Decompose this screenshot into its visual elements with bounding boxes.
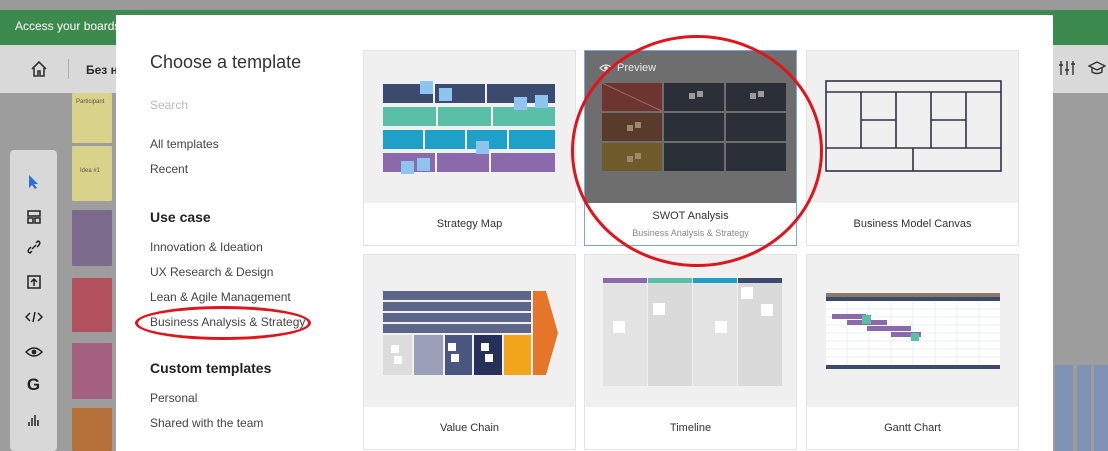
modal-title: Choose a template [150, 52, 302, 72]
preview-label: Preview [617, 62, 657, 74]
chart-icon[interactable] [10, 408, 57, 432]
eye-icon [599, 64, 613, 72]
upload-tool-icon[interactable] [10, 270, 57, 294]
strategy-map-thumbnail [364, 51, 575, 203]
search-input[interactable] [150, 94, 310, 116]
template-card-business-model-canvas[interactable]: Business Model Canvas [806, 50, 1019, 246]
swot-analysis-thumbnail: Preview [585, 51, 796, 203]
value-chain-thumbnail [364, 255, 575, 407]
template-name: Gantt Chart [884, 422, 941, 434]
canvas-bar [1094, 365, 1108, 451]
link-tool-icon[interactable] [10, 235, 57, 259]
google-icon[interactable]: G [10, 373, 57, 397]
learning-hat-icon[interactable] [1088, 59, 1106, 77]
template-name: Value Chain [439, 422, 500, 434]
preview-button[interactable]: Preview [599, 62, 656, 74]
gantt-chart-thumbnail [807, 255, 1018, 407]
nav-use-case[interactable]: UX Research & Design [150, 265, 273, 279]
nav-recent[interactable]: Recent [150, 162, 188, 176]
custom-templates-heading: Custom templates [150, 360, 272, 376]
sticky-note[interactable] [72, 278, 112, 332]
template-name: Timeline [669, 422, 712, 434]
nav-use-case[interactable]: Business Analysis & Strategy [150, 315, 305, 329]
template-name: Strategy Map [436, 218, 503, 230]
template-category: Business Analysis & Strategy [632, 228, 749, 238]
templates-tool-icon[interactable] [10, 205, 57, 229]
sticky-note[interactable]: Participant [72, 93, 112, 143]
sticky-note[interactable] [72, 210, 112, 266]
nav-personal[interactable]: Personal [150, 391, 197, 405]
template-name: Business Model Canvas [853, 218, 972, 230]
template-name: SWOT Analysis [652, 210, 729, 222]
sticky-note[interactable] [72, 408, 112, 451]
home-icon[interactable] [30, 60, 48, 78]
topbar-right-icons [1058, 59, 1106, 77]
template-card-swot-analysis[interactable]: Preview SWOT Analysis Business Analysis … [584, 50, 797, 246]
canvas-bar [1055, 365, 1073, 451]
template-card-gantt-chart[interactable]: Gantt Chart [806, 254, 1019, 450]
banner-text: Access your boards [15, 19, 121, 33]
template-card-timeline[interactable]: Timeline [584, 254, 797, 450]
timeline-thumbnail [585, 255, 796, 407]
sticky-note[interactable]: Idea #1 [72, 146, 112, 201]
topbar-divider [68, 59, 69, 79]
embed-code-icon[interactable] [10, 305, 57, 329]
use-case-heading: Use case [150, 209, 211, 225]
canvas-bar [1077, 365, 1091, 451]
business-model-canvas-thumbnail [807, 51, 1018, 203]
sticky-note[interactable] [72, 343, 112, 399]
nav-shared[interactable]: Shared with the team [150, 416, 263, 430]
choose-template-modal: Choose a template All templates Recent U… [116, 15, 1053, 451]
template-card-value-chain[interactable]: Value Chain [363, 254, 576, 450]
nav-use-case[interactable]: Lean & Agile Management [150, 290, 291, 304]
eye-icon[interactable] [10, 340, 57, 364]
template-card-strategy-map[interactable]: Strategy Map [363, 50, 576, 246]
settings-sliders-icon[interactable] [1058, 59, 1076, 77]
nav-all-templates[interactable]: All templates [150, 137, 219, 151]
nav-use-case[interactable]: Innovation & Ideation [150, 240, 263, 254]
left-toolbar: G [10, 150, 57, 451]
select-tool-icon[interactable] [10, 170, 57, 194]
